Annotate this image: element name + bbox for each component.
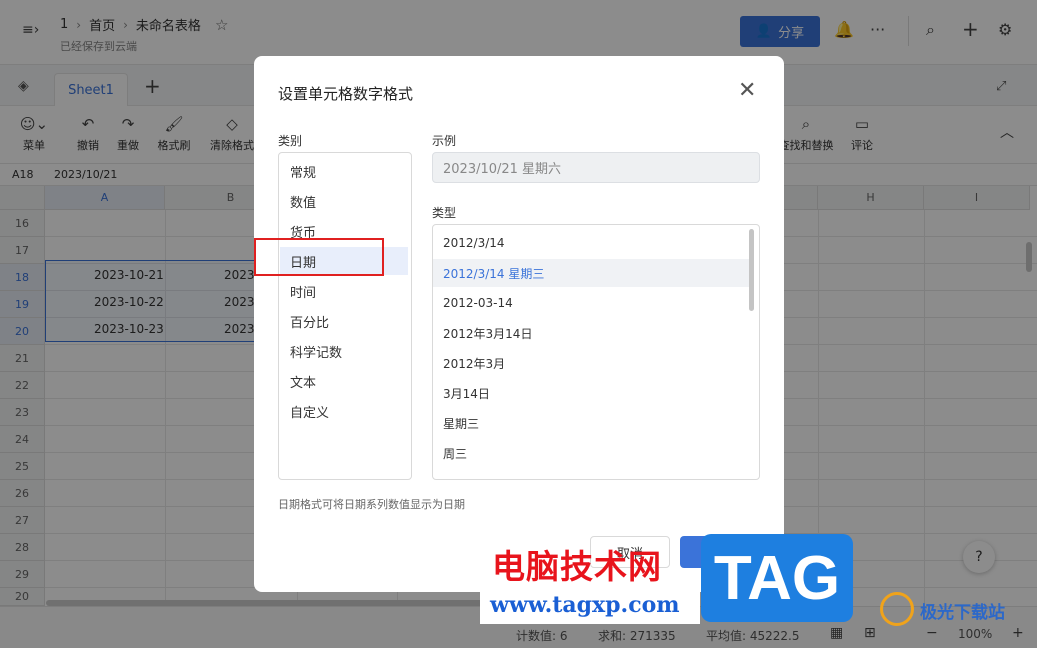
- watermark-url: www.tagxp.com: [490, 592, 680, 618]
- type-item[interactable]: 星期三: [433, 409, 751, 437]
- type-label: 类型: [432, 206, 457, 220]
- watermark-tag-logo: TAG: [701, 534, 853, 622]
- type-item[interactable]: 周三: [433, 439, 751, 467]
- close-icon[interactable]: ✕: [738, 78, 756, 104]
- type-item[interactable]: 2012-03-14: [433, 289, 751, 317]
- type-item-selected[interactable]: 2012/3/14 星期三: [433, 259, 751, 287]
- watermark-brand: 电脑技术网: [492, 547, 662, 586]
- type-list[interactable]: 2012/3/14 2012/3/14 星期三 2012-03-14 2012年…: [432, 224, 760, 480]
- type-item[interactable]: 2012年3月: [433, 349, 751, 377]
- category-item-scientific[interactable]: 科学记数: [280, 337, 408, 365]
- category-item-custom[interactable]: 自定义: [280, 397, 408, 425]
- category-item-general[interactable]: 常规: [280, 157, 408, 185]
- watermark-logo-icon: [880, 592, 914, 626]
- format-hint: 日期格式可将日期系列数值显示为日期: [278, 498, 465, 511]
- watermark-brand2: 极光下载站: [920, 603, 1005, 623]
- type-item[interactable]: 2012年3月14日: [433, 319, 751, 347]
- highlight-annotation: [254, 238, 384, 276]
- number-format-dialog: 设置单元格数字格式 ✕ 类别 示例 常规 数值 货币 日期 时间 百分比 科学记…: [254, 56, 784, 592]
- category-list: 常规 数值 货币 日期 时间 百分比 科学记数 文本 自定义: [278, 152, 412, 480]
- category-item-text[interactable]: 文本: [280, 367, 408, 395]
- category-item-percent[interactable]: 百分比: [280, 307, 408, 335]
- sample-preview: 2023/10/21 星期六: [432, 152, 760, 183]
- type-list-scrollbar[interactable]: [749, 229, 754, 311]
- type-item[interactable]: 3月14日: [433, 379, 751, 407]
- type-item[interactable]: 2012/3/14: [433, 229, 751, 257]
- dialog-title: 设置单元格数字格式: [278, 85, 414, 103]
- category-label: 类别: [278, 134, 303, 148]
- sample-label: 示例: [432, 134, 457, 148]
- category-item-time[interactable]: 时间: [280, 277, 408, 305]
- category-item-number[interactable]: 数值: [280, 187, 408, 215]
